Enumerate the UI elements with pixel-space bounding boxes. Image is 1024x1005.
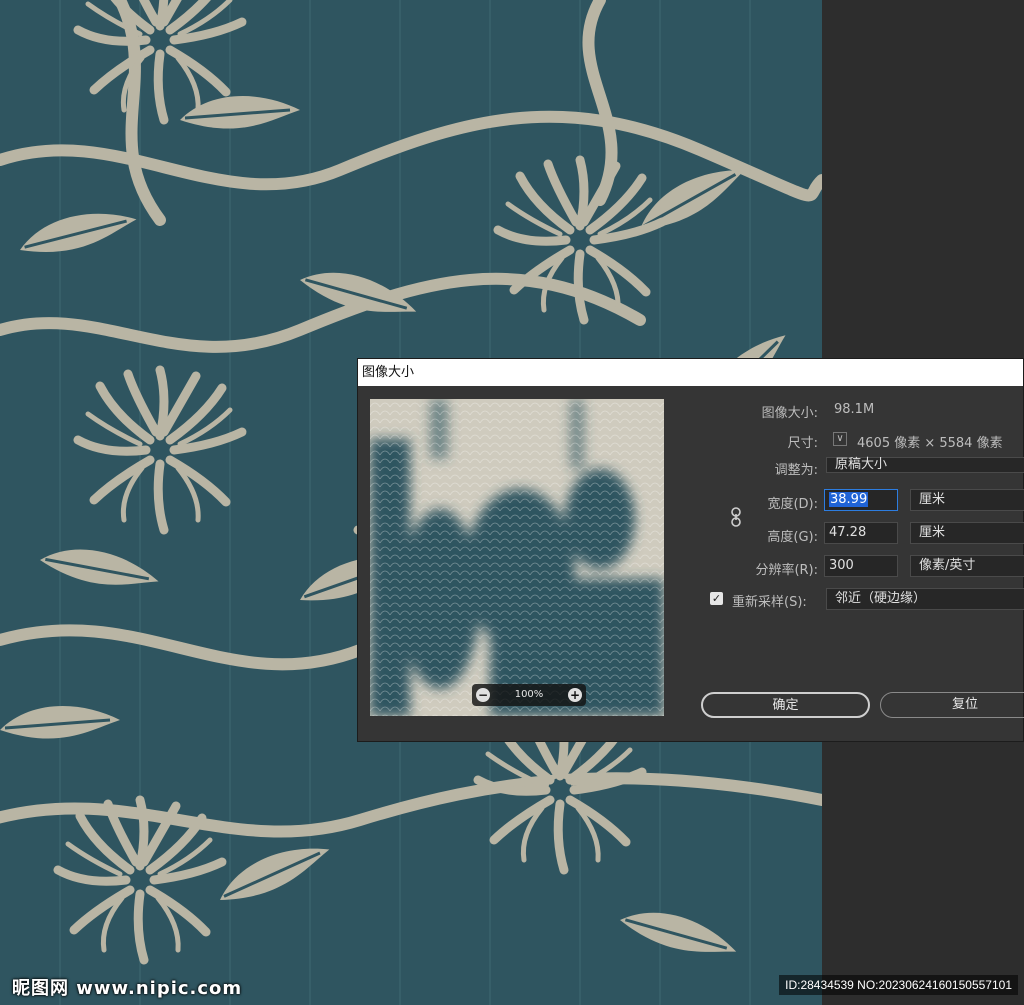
resample-label: 重新采样(S): bbox=[732, 595, 807, 610]
resolution-label: 分辨率(R): bbox=[755, 563, 818, 578]
resample-dropdown[interactable]: 邻近（硬边缘） bbox=[826, 588, 1024, 610]
width-input[interactable]: 38.99 bbox=[824, 489, 898, 511]
image-size-dialog: 图像大小 − 100% + bbox=[357, 358, 1024, 742]
width-label: 宽度(D): bbox=[767, 497, 818, 512]
fit-to-dropdown[interactable]: 原稿大小 bbox=[826, 457, 1024, 473]
dialog-title[interactable]: 图像大小 bbox=[358, 359, 1023, 386]
zoom-out-icon[interactable]: − bbox=[476, 688, 490, 702]
ok-button[interactable]: 确定 bbox=[701, 692, 870, 718]
fit-to-label: 调整为: bbox=[774, 463, 818, 478]
image-size-value: 98.1M bbox=[834, 402, 875, 417]
preview-thumbnail bbox=[370, 399, 664, 716]
height-unit-dropdown[interactable]: 厘米 bbox=[910, 522, 1024, 544]
checkmark-icon: ✓ bbox=[711, 592, 722, 605]
width-unit-dropdown[interactable]: 厘米 bbox=[910, 489, 1024, 511]
chevron-down-icon[interactable]: ∨ bbox=[833, 432, 847, 446]
resolution-unit-dropdown[interactable]: 像素/英寸 bbox=[910, 555, 1024, 577]
zoom-in-icon[interactable]: + bbox=[568, 688, 582, 702]
image-preview[interactable]: − 100% + bbox=[370, 399, 664, 716]
height-label: 高度(G): bbox=[767, 530, 818, 545]
watermark-id: ID:28434539 NO:20230624160150557101 bbox=[779, 975, 1018, 995]
resample-checkbox[interactable]: ✓ bbox=[710, 592, 723, 605]
reset-button[interactable]: 复位 bbox=[880, 692, 1024, 718]
dimensions-label: 尺寸: bbox=[787, 436, 818, 451]
zoom-level: 100% bbox=[514, 689, 544, 700]
image-size-label: 图像大小: bbox=[761, 406, 818, 421]
watermark-logo: 昵图网 www.nipic.com bbox=[12, 978, 243, 999]
resolution-input[interactable]: 300 bbox=[824, 555, 898, 577]
width-value: 38.99 bbox=[829, 492, 869, 507]
zoom-control: − 100% + bbox=[472, 684, 586, 706]
height-input[interactable]: 47.28 bbox=[824, 522, 898, 544]
dimensions-value: 4605 像素 × 5584 像素 bbox=[857, 436, 1003, 451]
